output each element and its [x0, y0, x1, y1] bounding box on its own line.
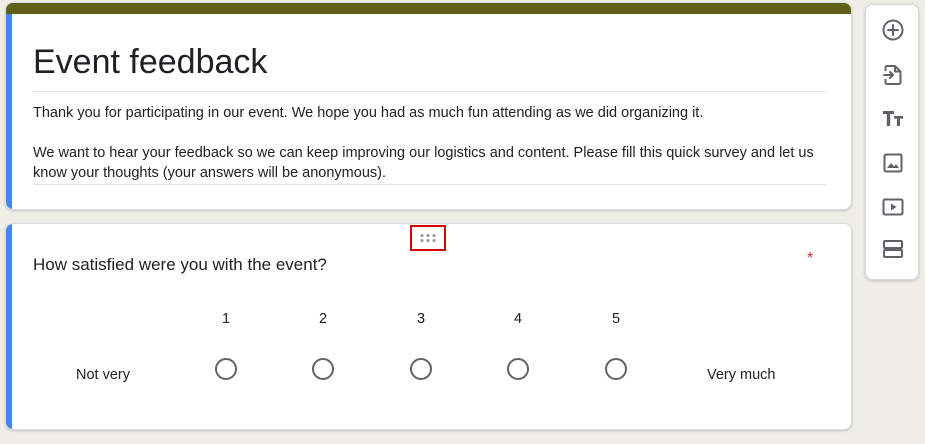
- title-underline: [33, 91, 826, 92]
- form-title[interactable]: Event feedback: [33, 42, 825, 82]
- drag-dots-icon: [420, 233, 436, 243]
- import-questions-button[interactable]: [879, 61, 907, 89]
- add-circle-icon: [882, 19, 904, 41]
- description-underline: [33, 184, 826, 185]
- add-image-button[interactable]: [879, 149, 907, 177]
- form-editor: Event feedback Thank you for participati…: [0, 0, 925, 444]
- question-card[interactable]: How satisfied were you with the event? *…: [5, 223, 852, 430]
- scale-radio-1[interactable]: [215, 358, 237, 380]
- drag-handle[interactable]: [410, 225, 446, 251]
- section-icon: [883, 240, 903, 258]
- question-title: How satisfied were you with the event?: [33, 255, 327, 274]
- selected-card-accent: [6, 14, 12, 209]
- scale-number-2: 2: [318, 311, 328, 327]
- video-icon: [882, 198, 904, 216]
- scale-high-label: Very much: [707, 367, 776, 383]
- floating-toolbar: [865, 4, 919, 280]
- text-title-icon: [883, 111, 903, 126]
- scale-radio-4[interactable]: [507, 358, 529, 380]
- form-description[interactable]: Thank you for participating in our event…: [33, 103, 833, 183]
- form-header-card[interactable]: Event feedback Thank you for participati…: [5, 2, 852, 210]
- add-question-button[interactable]: [879, 16, 907, 44]
- scale-radio-5[interactable]: [605, 358, 627, 380]
- scale-number-3: 3: [416, 311, 426, 327]
- theme-color-band: [6, 3, 851, 14]
- scale-low-label: Not very: [76, 367, 130, 383]
- add-title-description-button[interactable]: [879, 104, 907, 132]
- scale-radio-3[interactable]: [410, 358, 432, 380]
- scale-number-5: 5: [611, 311, 621, 327]
- add-section-button[interactable]: [879, 235, 907, 263]
- scale-number-1: 1: [221, 311, 231, 327]
- import-icon: [883, 65, 902, 85]
- required-asterisk: *: [807, 250, 814, 267]
- image-icon: [883, 153, 903, 173]
- scale-number-4: 4: [513, 311, 523, 327]
- question-card-accent: [6, 224, 12, 429]
- add-video-button[interactable]: [879, 193, 907, 221]
- scale-radio-2[interactable]: [312, 358, 334, 380]
